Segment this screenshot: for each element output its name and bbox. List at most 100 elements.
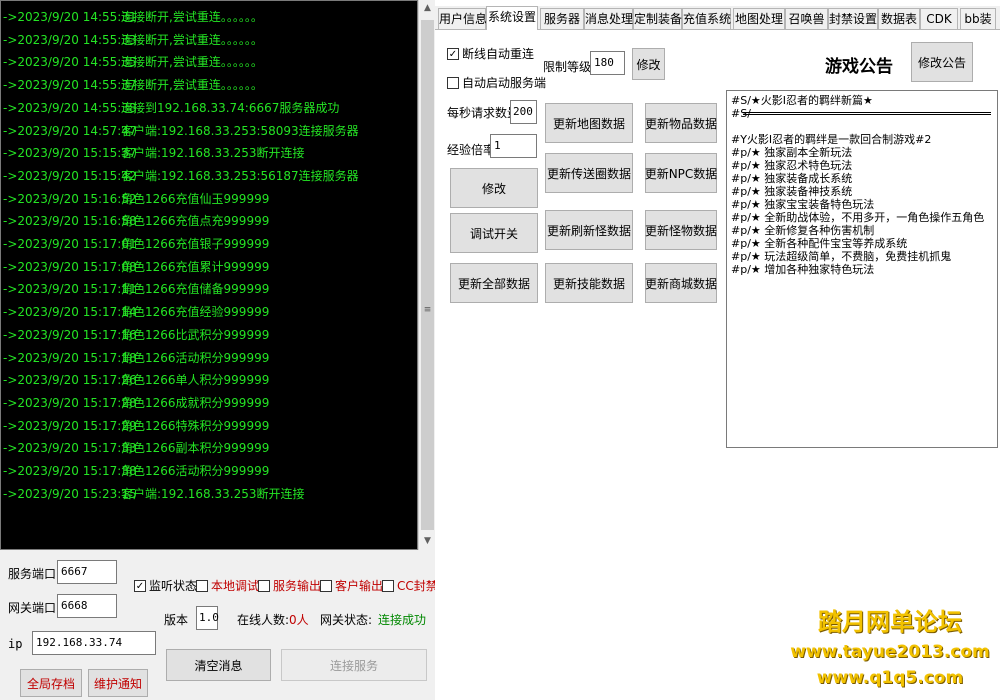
- update-map-data-button[interactable]: 更新地图数据: [545, 103, 633, 143]
- tab-10[interactable]: CDK: [920, 8, 958, 29]
- server-control-panel: 服务端口 6667 网关端口 6668 ip 192.168.33.74 ✓ 监…: [0, 551, 438, 700]
- console-scrollbar[interactable]: ▲ ≡ ▼: [418, 0, 435, 550]
- log-line: ->2023/9/20 15:17:38角色1266活动积分999999: [3, 461, 269, 481]
- log-line: ->2023/9/20 15:17:01角色1266充值银子999999: [3, 234, 269, 254]
- tab-5[interactable]: 充值系统: [682, 8, 731, 29]
- notice-line: #p/★ 全新助战体验，不用多开，一角色操作五角色: [731, 211, 985, 224]
- maintenance-notice-button[interactable]: 维护通知: [88, 669, 148, 697]
- update-skill-data-button[interactable]: 更新技能数据: [545, 263, 633, 303]
- log-message: 客户端:192.168.33.253:56187连接服务器: [121, 168, 359, 183]
- log-timestamp: ->2023/9/20 14:55:31: [3, 10, 137, 24]
- log-timestamp: ->2023/9/20 15:15:42: [3, 168, 137, 183]
- update-refresh-monster-button[interactable]: 更新刷新怪数据: [545, 210, 633, 250]
- service-output-label: 服务输出: [273, 579, 322, 593]
- scroll-up-icon[interactable]: ▲: [419, 0, 436, 17]
- modify-notice-button[interactable]: 修改公告: [911, 42, 973, 82]
- log-line: ->2023/9/20 14:55:31连接断开,尝试重连。。。。。。: [3, 7, 263, 27]
- update-teleport-data-button[interactable]: 更新传送圈数据: [545, 153, 633, 193]
- system-settings-page: ✓ 断线自动重连 自动启动服务端 限制等级 180 修改 每秒请求数量 200 …: [435, 29, 1000, 700]
- gateway-port-input[interactable]: 6668: [57, 594, 117, 618]
- tab-2[interactable]: 服务器: [540, 8, 584, 29]
- tab-7[interactable]: 召唤兽: [785, 8, 828, 29]
- update-item-data-button[interactable]: 更新物品数据: [645, 103, 717, 143]
- update-monster-data-button[interactable]: 更新怪物数据: [645, 210, 717, 250]
- level-limit-input[interactable]: 180: [590, 51, 625, 75]
- ip-input[interactable]: 192.168.33.74: [32, 631, 156, 655]
- auto-start-label: 自动启动服务端: [462, 76, 547, 90]
- log-message: 客户端:192.168.33.253断开连接: [121, 146, 305, 161]
- tab-9[interactable]: 数据表: [878, 8, 920, 29]
- service-port-input[interactable]: 6667: [57, 560, 117, 584]
- online-count-value: 0人: [289, 613, 309, 627]
- cc-block-label: CC封禁: [397, 579, 438, 593]
- log-console[interactable]: ->2023/9/20 14:55:31连接断开,尝试重连。。。。。。 ->202…: [0, 0, 418, 550]
- local-debug-label: 本地调试: [211, 579, 260, 593]
- log-line: ->2023/9/20 15:17:33角色1266副本积分999999: [3, 438, 269, 458]
- checkbox-checked-icon: ✓: [134, 579, 146, 592]
- exp-rate-input[interactable]: 1: [490, 134, 537, 158]
- log-timestamp: ->2023/9/20 15:17:38: [3, 464, 137, 478]
- checkbox-icon: [258, 579, 270, 592]
- log-line: ->2023/9/20 14:55:37连接断开,尝试重连。。。。。。: [3, 75, 263, 95]
- tab-0[interactable]: 用户信息: [438, 8, 487, 29]
- log-timestamp: ->2023/9/20 15:15:37: [3, 146, 137, 161]
- version-label: 版本: [164, 613, 189, 627]
- auto-start-checkbox[interactable]: 自动启动服务端: [447, 74, 546, 91]
- tab-1[interactable]: 系统设置: [486, 6, 538, 30]
- log-message: 角色1266充值银子999999: [121, 237, 270, 251]
- log-message: 客户端:192.168.33.253:58093连接服务器: [121, 123, 359, 138]
- notice-line: #p/★ 全新各种配件宝宝等养成系统: [731, 237, 908, 250]
- save-all-button[interactable]: 全局存档: [20, 669, 82, 697]
- auto-reconnect-checkbox[interactable]: ✓ 断线自动重连: [447, 45, 534, 62]
- update-shop-data-button[interactable]: 更新商城数据: [645, 263, 717, 303]
- log-message: 角色1266活动积分999999: [121, 464, 270, 478]
- update-all-data-button[interactable]: 更新全部数据: [450, 263, 538, 303]
- connect-service-button[interactable]: 连接服务: [281, 649, 427, 681]
- log-line: ->2023/9/20 15:17:29角色1266特殊积分999999: [3, 416, 269, 436]
- cc-block-checkbox[interactable]: CC封禁: [382, 577, 438, 594]
- log-message: 角色1266充值储备999999: [121, 282, 270, 297]
- log-line: ->2023/9/20 15:17:18角色1266活动积分999999: [3, 348, 269, 368]
- notice-line: #S/★火影Ⅰ忍者的羁绊新篇★: [731, 94, 873, 107]
- version-input[interactable]: 1.0: [196, 606, 219, 630]
- scrollbar-thumb[interactable]: [421, 20, 434, 530]
- checkbox-icon: [447, 76, 459, 89]
- level-limit-label: 限制等级: [543, 60, 592, 74]
- log-line: ->2023/9/20 15:17:26角色1266单人积分999999: [3, 370, 269, 390]
- requests-per-second-input[interactable]: 200: [510, 100, 537, 124]
- tab-6[interactable]: 地图处理: [733, 8, 785, 29]
- client-output-checkbox[interactable]: 客户输出: [320, 577, 383, 594]
- log-message: 连接到192.168.33.74:6667服务器成功: [121, 100, 340, 115]
- service-output-checkbox[interactable]: 服务输出: [258, 577, 321, 594]
- tab-11[interactable]: bb装: [960, 8, 996, 29]
- log-timestamp: ->2023/9/20 15:17:14: [3, 305, 137, 320]
- gateway-port-label: 网关端口: [8, 601, 57, 615]
- log-message: 连接断开,尝试重连。。。。。。: [121, 32, 263, 47]
- tab-8[interactable]: 封禁设置: [828, 8, 878, 29]
- tab-4[interactable]: 定制装备: [633, 8, 682, 29]
- log-message: 角色1266特殊积分999999: [121, 418, 270, 433]
- debug-switch-button[interactable]: 调试开关: [450, 213, 538, 253]
- log-line: ->2023/9/20 14:55:33连接断开,尝试重连。。。。。。: [3, 30, 263, 50]
- gateway-status-value: 连接成功: [378, 613, 427, 627]
- listen-state-checkbox[interactable]: ✓ 监听状态: [134, 577, 197, 594]
- notice-textarea[interactable]: #S/★火影Ⅰ忍者的羁绊新篇★ #S/#Y火影Ⅰ忍者的羁绊是一款回合制游戏#2 #p…: [726, 90, 998, 448]
- online-count-label: 在线人数:: [237, 613, 290, 627]
- log-line: ->2023/9/20 15:17:08角色1266充值累计999999: [3, 257, 269, 277]
- notice-line: #p/★ 独家宝宝装备特色玩法: [731, 198, 875, 211]
- scroll-down-icon[interactable]: ▼: [419, 533, 436, 550]
- log-message: 角色1266充值经验999999: [121, 305, 270, 320]
- log-timestamp: ->2023/9/20 14:55:35: [3, 55, 137, 70]
- tab-3[interactable]: 消息处理: [584, 8, 633, 29]
- tab-bar: 用户信息 系统设置 服务器 消息处理 定制装备 充值系统 地图处理 召唤兽 封禁设置 数据表 CDK…: [435, 6, 1000, 30]
- local-debug-checkbox[interactable]: 本地调试: [196, 577, 259, 594]
- clear-messages-button[interactable]: 清空消息: [166, 649, 271, 681]
- exp-modify-button[interactable]: 修改: [450, 168, 538, 208]
- update-npc-data-button[interactable]: 更新NPC数据: [645, 153, 717, 193]
- log-timestamp: ->2023/9/20 15:17:26: [3, 373, 137, 388]
- log-message: 角色1266成就积分999999: [121, 395, 270, 410]
- notice-line: #p/★ 独家装备成长系统: [731, 172, 853, 185]
- notice-line: #p/★ 独家忍术特色玩法: [731, 159, 853, 172]
- log-message: 角色1266充值点充999999: [121, 214, 270, 229]
- level-limit-modify-button[interactable]: 修改: [632, 48, 665, 80]
